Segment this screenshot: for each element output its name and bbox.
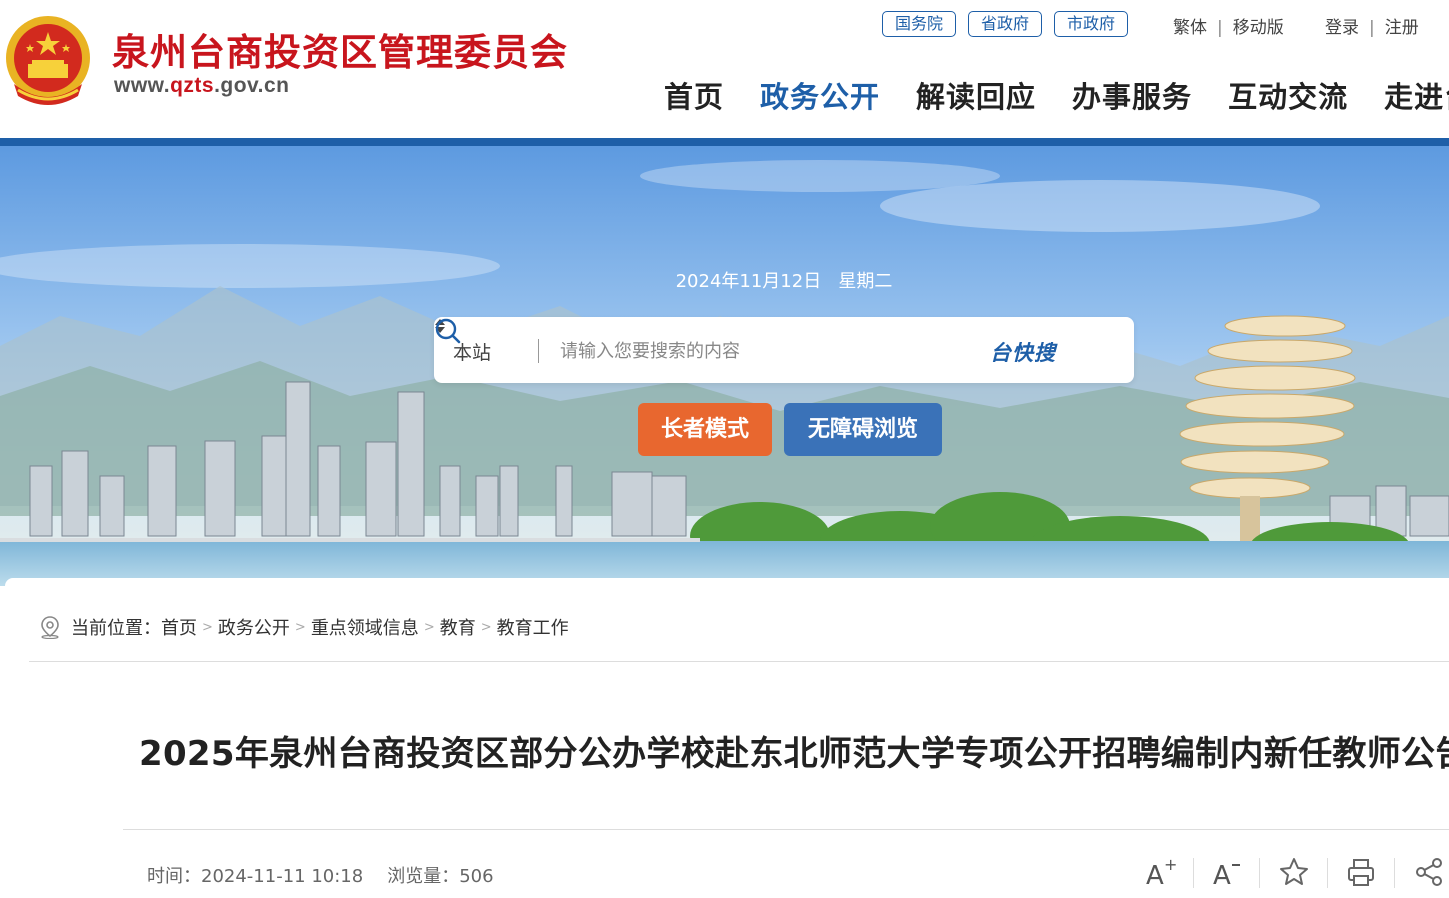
nav-about[interactable]: 走进台 xyxy=(1384,74,1449,116)
nav-interaction[interactable]: 互动交流 xyxy=(1228,74,1348,116)
view-count: 506 xyxy=(459,866,494,887)
current-date: 2024年11月12日 星期二 xyxy=(0,267,1449,293)
breadcrumb-key-areas[interactable]: 重点领域信息 xyxy=(311,614,419,640)
svg-text:A: A xyxy=(1146,861,1164,888)
login-link[interactable]: 登录 xyxy=(1325,18,1359,38)
breadcrumb-separator: > xyxy=(294,619,306,635)
traditional-chinese-link[interactable]: 繁体 xyxy=(1173,18,1207,38)
breadcrumb-government-affairs[interactable]: 政务公开 xyxy=(218,614,290,640)
location-pin-icon xyxy=(41,616,59,639)
nav-services[interactable]: 办事服务 xyxy=(1072,74,1192,116)
font-decrease-icon[interactable]: A xyxy=(1211,856,1243,888)
breadcrumb-divider xyxy=(29,661,1449,662)
breadcrumb-separator: > xyxy=(423,619,435,635)
separator: | xyxy=(1217,18,1223,38)
site-header: 泉州台商投资区管理委员会 www.qzts.gov.cn 国务院 省政府 市政府… xyxy=(0,0,1449,138)
site-url-suffix: .gov.cn xyxy=(214,74,290,97)
separator: | xyxy=(1369,18,1375,38)
tool-separator xyxy=(1394,858,1395,888)
breadcrumb-education[interactable]: 教育 xyxy=(440,614,476,640)
site-url-prefix: www. xyxy=(114,74,171,97)
article-title: 2025年泉州台商投资区部分公办学校赴东北师范大学专项公开招聘编制内新任教师公告 xyxy=(139,734,1449,774)
search-input[interactable] xyxy=(558,335,982,367)
mobile-version-link[interactable]: 移动版 xyxy=(1233,18,1284,38)
article-card: 当前位置： 首页 > 政务公开 > 重点领域信息 > 教育 > 教育工作 2025年泉州… xyxy=(5,578,1449,898)
tool-separator xyxy=(1327,858,1328,888)
svg-text:A: A xyxy=(1213,861,1231,888)
tool-separator xyxy=(1259,858,1260,888)
views-label: 浏览量： xyxy=(387,866,460,887)
date-text: 2024年11月12日 xyxy=(675,271,822,292)
tool-separator xyxy=(1193,858,1194,888)
site-url: www.qzts.gov.cn xyxy=(114,74,290,98)
hero-banner: 2024年11月12日 星期二 本站 台快搜 长者模式 无障碍浏览 xyxy=(0,146,1449,586)
elder-mode-button[interactable]: 长者模式 xyxy=(638,403,772,456)
title-divider xyxy=(123,829,1449,830)
account-links: 登录 | 注册 xyxy=(1325,13,1419,38)
gov-link-province[interactable]: 省政府 xyxy=(968,11,1043,37)
search-divider xyxy=(538,339,539,363)
main-nav: 首页 政务公开 解读回应 办事服务 互动交流 走进台 xyxy=(664,74,1449,116)
nav-government-affairs[interactable]: 政务公开 xyxy=(760,74,880,116)
register-link[interactable]: 注册 xyxy=(1385,18,1419,38)
breadcrumb-education-work[interactable]: 教育工作 xyxy=(497,614,569,640)
nav-interpretation[interactable]: 解读回应 xyxy=(916,74,1036,116)
breadcrumb-label: 当前位置： xyxy=(71,618,161,639)
breadcrumb-separator: > xyxy=(480,619,492,635)
gov-links: 国务院 省政府 市政府 xyxy=(882,11,1129,37)
national-emblem-icon xyxy=(6,16,90,105)
header-divider xyxy=(0,138,1449,146)
search-icon[interactable] xyxy=(434,317,462,345)
time-label: 时间： xyxy=(147,866,201,887)
version-links: 繁体 | 移动版 xyxy=(1173,13,1284,38)
article-meta: 时间：2024-11-11 10:18 浏览量：506 xyxy=(147,862,494,888)
publish-time: 2024-11-11 10:18 xyxy=(201,866,364,887)
gov-link-state-council[interactable]: 国务院 xyxy=(882,11,957,37)
breadcrumb-separator: > xyxy=(202,619,213,635)
breadcrumb-home[interactable]: 首页 xyxy=(161,614,197,640)
search-box: 本站 台快搜 xyxy=(434,317,1134,383)
gov-link-city[interactable]: 市政府 xyxy=(1054,11,1129,37)
site-url-highlight: qzts xyxy=(170,74,215,97)
nav-home[interactable]: 首页 xyxy=(664,74,724,116)
svg-text:+: + xyxy=(1164,856,1176,874)
accessible-browse-button[interactable]: 无障碍浏览 xyxy=(784,403,942,456)
font-increase-icon[interactable]: A + xyxy=(1144,856,1176,888)
search-brand-logo: 台快搜 xyxy=(990,341,1056,365)
print-icon[interactable] xyxy=(1345,856,1377,888)
weekday-text: 星期二 xyxy=(838,271,893,292)
site-name: 泉州台商投资区管理委员会 xyxy=(112,30,568,74)
favorite-star-icon[interactable] xyxy=(1278,856,1310,888)
breadcrumb: 当前位置： 首页 > 政务公开 > 重点领域信息 > 教育 > 教育工作 xyxy=(39,614,569,640)
share-icon[interactable] xyxy=(1413,856,1445,888)
